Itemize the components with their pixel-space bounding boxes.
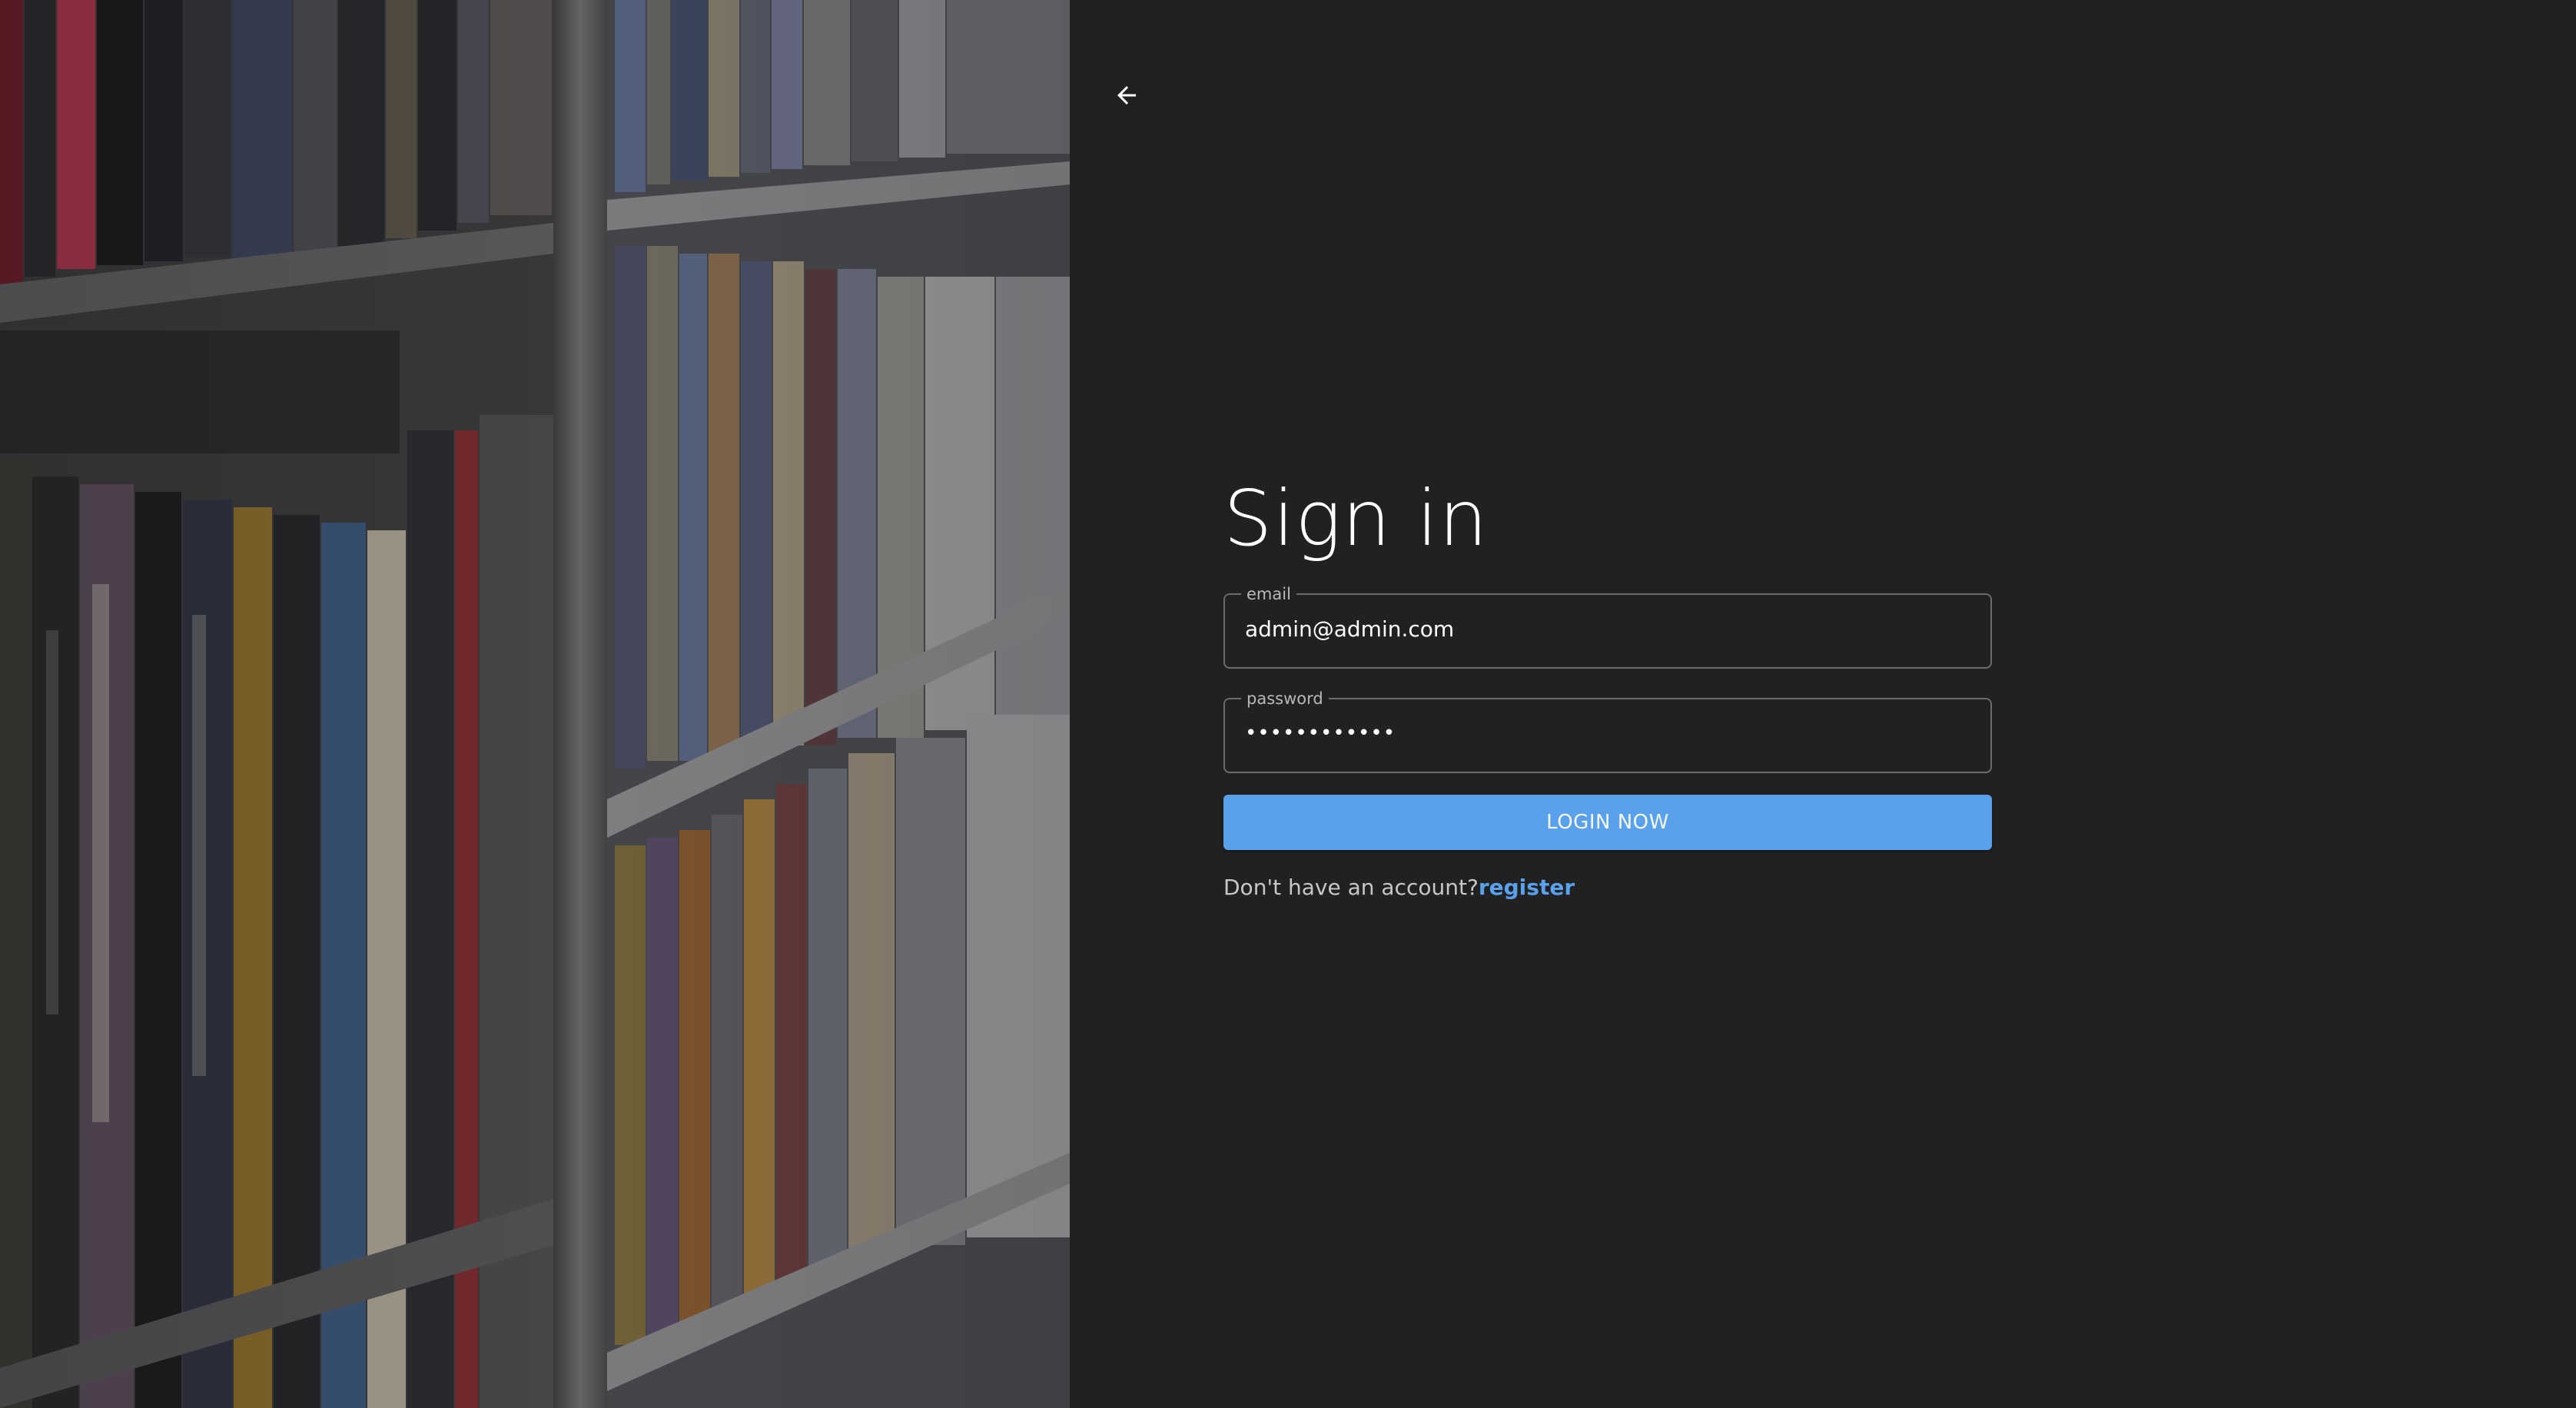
password-label: password <box>1247 689 1323 708</box>
arrow-left-icon <box>1117 86 1136 105</box>
password-input[interactable] <box>1245 709 1970 758</box>
login-page: Sign in email password LOGIN NOW Don't h… <box>0 0 2576 1408</box>
bookshelf-photo <box>0 0 1070 1408</box>
back-button[interactable] <box>1104 72 1150 118</box>
register-link[interactable]: register <box>1479 875 1575 900</box>
email-input[interactable] <box>1245 604 1970 653</box>
register-prompt: Don't have an account?register <box>1223 875 1992 900</box>
no-account-text: Don't have an account? <box>1223 875 1479 900</box>
signin-form: Sign in email password LOGIN NOW Don't h… <box>1223 469 1992 900</box>
password-field[interactable]: password <box>1223 690 1992 773</box>
email-field[interactable]: email <box>1223 586 1992 669</box>
login-button[interactable]: LOGIN NOW <box>1223 795 1992 850</box>
page-title: Sign in <box>1223 473 1489 563</box>
email-label: email <box>1247 585 1291 603</box>
